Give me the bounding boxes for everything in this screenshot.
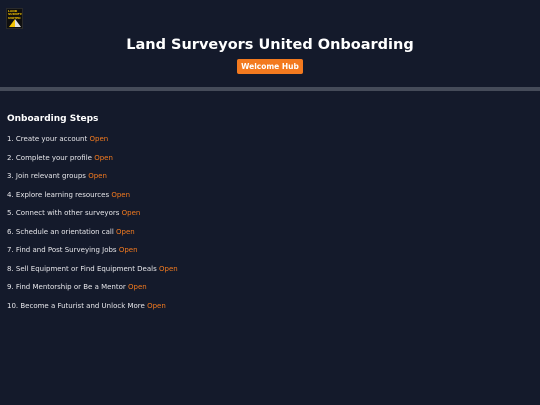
step-item-8: 8. Sell Equipment or Find Equipment Deal… bbox=[7, 263, 178, 282]
land-surveyors-united-logo[interactable]: LAND SURVEYORS UNITED bbox=[6, 8, 23, 29]
onboarding-steps-list: 1. Create your account Open 2. Complete … bbox=[7, 133, 178, 318]
step-open-link[interactable]: Open bbox=[116, 228, 135, 236]
step-item-7: 7. Find and Post Surveying Jobs Open bbox=[7, 244, 178, 263]
step-item-4: 4. Explore learning resources Open bbox=[7, 189, 178, 208]
logo-triangle-white bbox=[15, 19, 21, 27]
step-label: 7. Find and Post Surveying Jobs bbox=[7, 246, 117, 254]
onboarding-steps-heading: Onboarding Steps bbox=[7, 114, 99, 124]
step-open-link[interactable]: Open bbox=[119, 246, 138, 254]
welcome-hub-button[interactable]: Welcome Hub bbox=[237, 59, 303, 74]
step-open-link[interactable]: Open bbox=[111, 191, 130, 199]
step-item-5: 5. Connect with other surveyors Open bbox=[7, 207, 178, 226]
step-item-10: 10. Become a Futurist and Unlock More Op… bbox=[7, 300, 178, 319]
step-open-link[interactable]: Open bbox=[147, 302, 166, 310]
step-item-6: 6. Schedule an orientation call Open bbox=[7, 226, 178, 245]
step-label: 4. Explore learning resources bbox=[7, 190, 110, 199]
step-label: 8. Sell Equipment or Find Equipment Deal… bbox=[7, 264, 157, 273]
page-header: LAND SURVEYORS UNITED Land Surveyors Uni… bbox=[0, 0, 540, 88]
step-label: 2. Complete your profile bbox=[7, 153, 92, 162]
step-open-link[interactable]: Open bbox=[159, 265, 178, 273]
step-label: 10. Become a Futurist and Unlock More bbox=[7, 301, 145, 310]
step-open-link[interactable]: Open bbox=[94, 154, 113, 162]
header-divider bbox=[0, 87, 540, 91]
step-label: 5. Connect with other surveyors bbox=[7, 209, 120, 217]
step-item-3: 3. Join relevant groups Open bbox=[7, 170, 178, 189]
step-label: 6. Schedule an orientation call bbox=[7, 227, 114, 236]
step-open-link[interactable]: Open bbox=[122, 209, 141, 217]
step-open-link[interactable]: Open bbox=[128, 283, 147, 291]
page-title: Land Surveyors United Onboarding bbox=[126, 37, 414, 53]
step-open-link[interactable]: Open bbox=[88, 172, 107, 180]
step-item-1: 1. Create your account Open bbox=[7, 133, 178, 152]
step-label: 1. Create your account bbox=[7, 135, 88, 143]
step-label: 9. Find Mentorship or Be a Mentor bbox=[7, 283, 126, 291]
step-open-link[interactable]: Open bbox=[89, 135, 108, 143]
step-item-9: 9. Find Mentorship or Be a Mentor Open bbox=[7, 281, 178, 300]
step-item-2: 2. Complete your profile Open bbox=[7, 152, 178, 171]
step-label: 3. Join relevant groups bbox=[7, 172, 86, 180]
